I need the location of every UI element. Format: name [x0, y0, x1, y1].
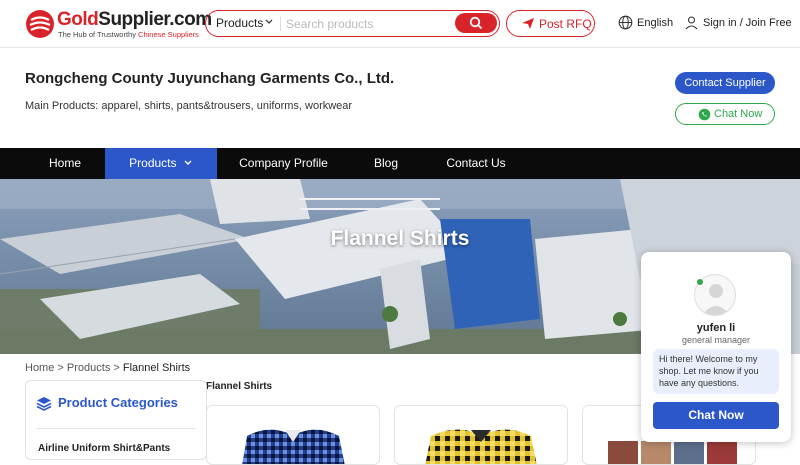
- globe-icon: [618, 15, 633, 30]
- breadcrumb-separator: >: [113, 362, 120, 374]
- search-icon: [469, 16, 483, 30]
- chat-now-button[interactable]: Chat Now: [675, 103, 775, 125]
- chevron-down-icon[interactable]: [264, 16, 274, 28]
- product-image-yellow-plaid-shirt: [425, 429, 537, 464]
- search-button[interactable]: [455, 13, 497, 33]
- breadcrumb-home[interactable]: Home: [25, 362, 54, 374]
- breadcrumb-products[interactable]: Products: [67, 362, 110, 374]
- post-rfq-button[interactable]: Post RFQ: [506, 10, 595, 37]
- nav-item-products-label: Products: [129, 156, 177, 170]
- banner-title: Flannel Shirts: [330, 227, 470, 250]
- nav-item-contact-us[interactable]: Contact Us: [430, 148, 522, 179]
- online-status-dot: [697, 279, 703, 285]
- breadcrumb-separator: >: [57, 362, 64, 374]
- search-input[interactable]: [286, 14, 451, 33]
- product-card[interactable]: [206, 405, 380, 465]
- post-rfq-label: Post RFQ: [539, 17, 592, 31]
- product-categories-panel: Product Categories Airline Uniform Shirt…: [25, 380, 207, 460]
- search-divider: [280, 16, 281, 31]
- whatsapp-icon: [698, 108, 711, 121]
- goldsupplier-logo-icon: [26, 10, 54, 38]
- chat-agent-role: general manager: [681, 335, 751, 345]
- breadcrumb-current: Flannel Shirts: [122, 362, 191, 374]
- logo-wordmark: GoldSupplier.com: [57, 9, 212, 30]
- nav-item-company-profile[interactable]: Company Profile: [226, 148, 341, 179]
- chat-now-label: Chat Now: [714, 108, 763, 120]
- chat-agent-name: yufen li: [696, 322, 736, 334]
- signin-label: Sign in / Join Free: [703, 17, 792, 29]
- section-title: Flannel Shirts: [206, 381, 273, 392]
- chat-now-widget-button[interactable]: Chat Now: [653, 402, 779, 429]
- chat-welcome-message: Hi there! Welcome to my shop. Let me kno…: [653, 349, 779, 394]
- category-item[interactable]: Airline Uniform Shirt&Pants: [38, 443, 170, 454]
- contact-supplier-button[interactable]: Contact Supplier: [675, 72, 775, 94]
- logo-tagline: The Hub of Trustworthy Chinese Suppliers: [58, 30, 199, 39]
- chevron-down-icon: [184, 160, 192, 165]
- main-nav: Home Products Company Profile Blog Conta…: [0, 148, 800, 179]
- product-card[interactable]: [394, 405, 568, 465]
- chat-widget: yufen li general manager Hi there! Welco…: [641, 252, 791, 442]
- user-icon: [685, 16, 698, 30]
- top-bar: GoldSupplier.com The Hub of Trustworthy …: [0, 0, 800, 48]
- layers-icon: [36, 397, 52, 411]
- main-products: Main Products: apparel, shirts, pants&tr…: [25, 100, 353, 112]
- search-bar: Products: [205, 10, 500, 37]
- paper-plane-icon: [522, 18, 534, 29]
- search-category-select[interactable]: Products: [216, 16, 263, 30]
- language-label: English: [637, 17, 674, 29]
- nav-item-blog[interactable]: Blog: [355, 148, 417, 179]
- site-logo[interactable]: GoldSupplier.com The Hub of Trustworthy …: [25, 9, 212, 39]
- nav-item-home[interactable]: Home: [25, 148, 105, 179]
- breadcrumb: Home > Products > Flannel Shirts: [25, 362, 190, 374]
- category-divider: [36, 428, 196, 429]
- nav-item-products[interactable]: Products: [105, 148, 217, 179]
- company-name: Rongcheng County Juyunchang Garments Co.…: [25, 70, 395, 87]
- product-image-blue-plaid-shirt: [242, 429, 345, 464]
